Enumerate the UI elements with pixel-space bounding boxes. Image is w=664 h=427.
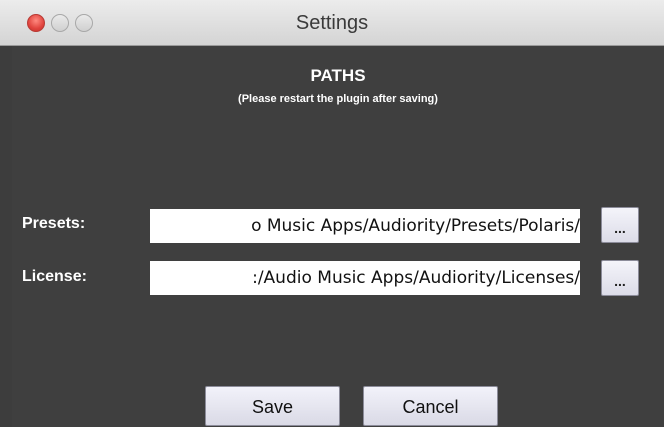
restart-note: (Please restart the plugin after saving) bbox=[238, 93, 438, 105]
title-bar[interactable]: Settings bbox=[0, 0, 664, 46]
settings-window: Settings PATHS (Please restart the plugi… bbox=[0, 0, 664, 427]
save-button[interactable]: Save bbox=[205, 386, 340, 426]
license-path-field[interactable]: :/Audio Music Apps/Audiority/Licenses/ bbox=[150, 261, 580, 295]
section-heading: PATHS bbox=[310, 66, 366, 85]
window-title: Settings bbox=[295, 12, 369, 34]
presets-label: Presets: bbox=[22, 215, 86, 232]
cancel-button[interactable]: Cancel bbox=[363, 386, 498, 426]
settings-panel: PATHS (Please restart the plugin after s… bbox=[12, 46, 664, 427]
license-browse-button[interactable]: ... bbox=[601, 260, 639, 296]
presets-browse-button[interactable]: ... bbox=[601, 207, 639, 243]
presets-path-field[interactable]: o Music Apps/Audiority/Presets/Polaris/ bbox=[150, 209, 580, 243]
license-label: License: bbox=[22, 268, 87, 285]
